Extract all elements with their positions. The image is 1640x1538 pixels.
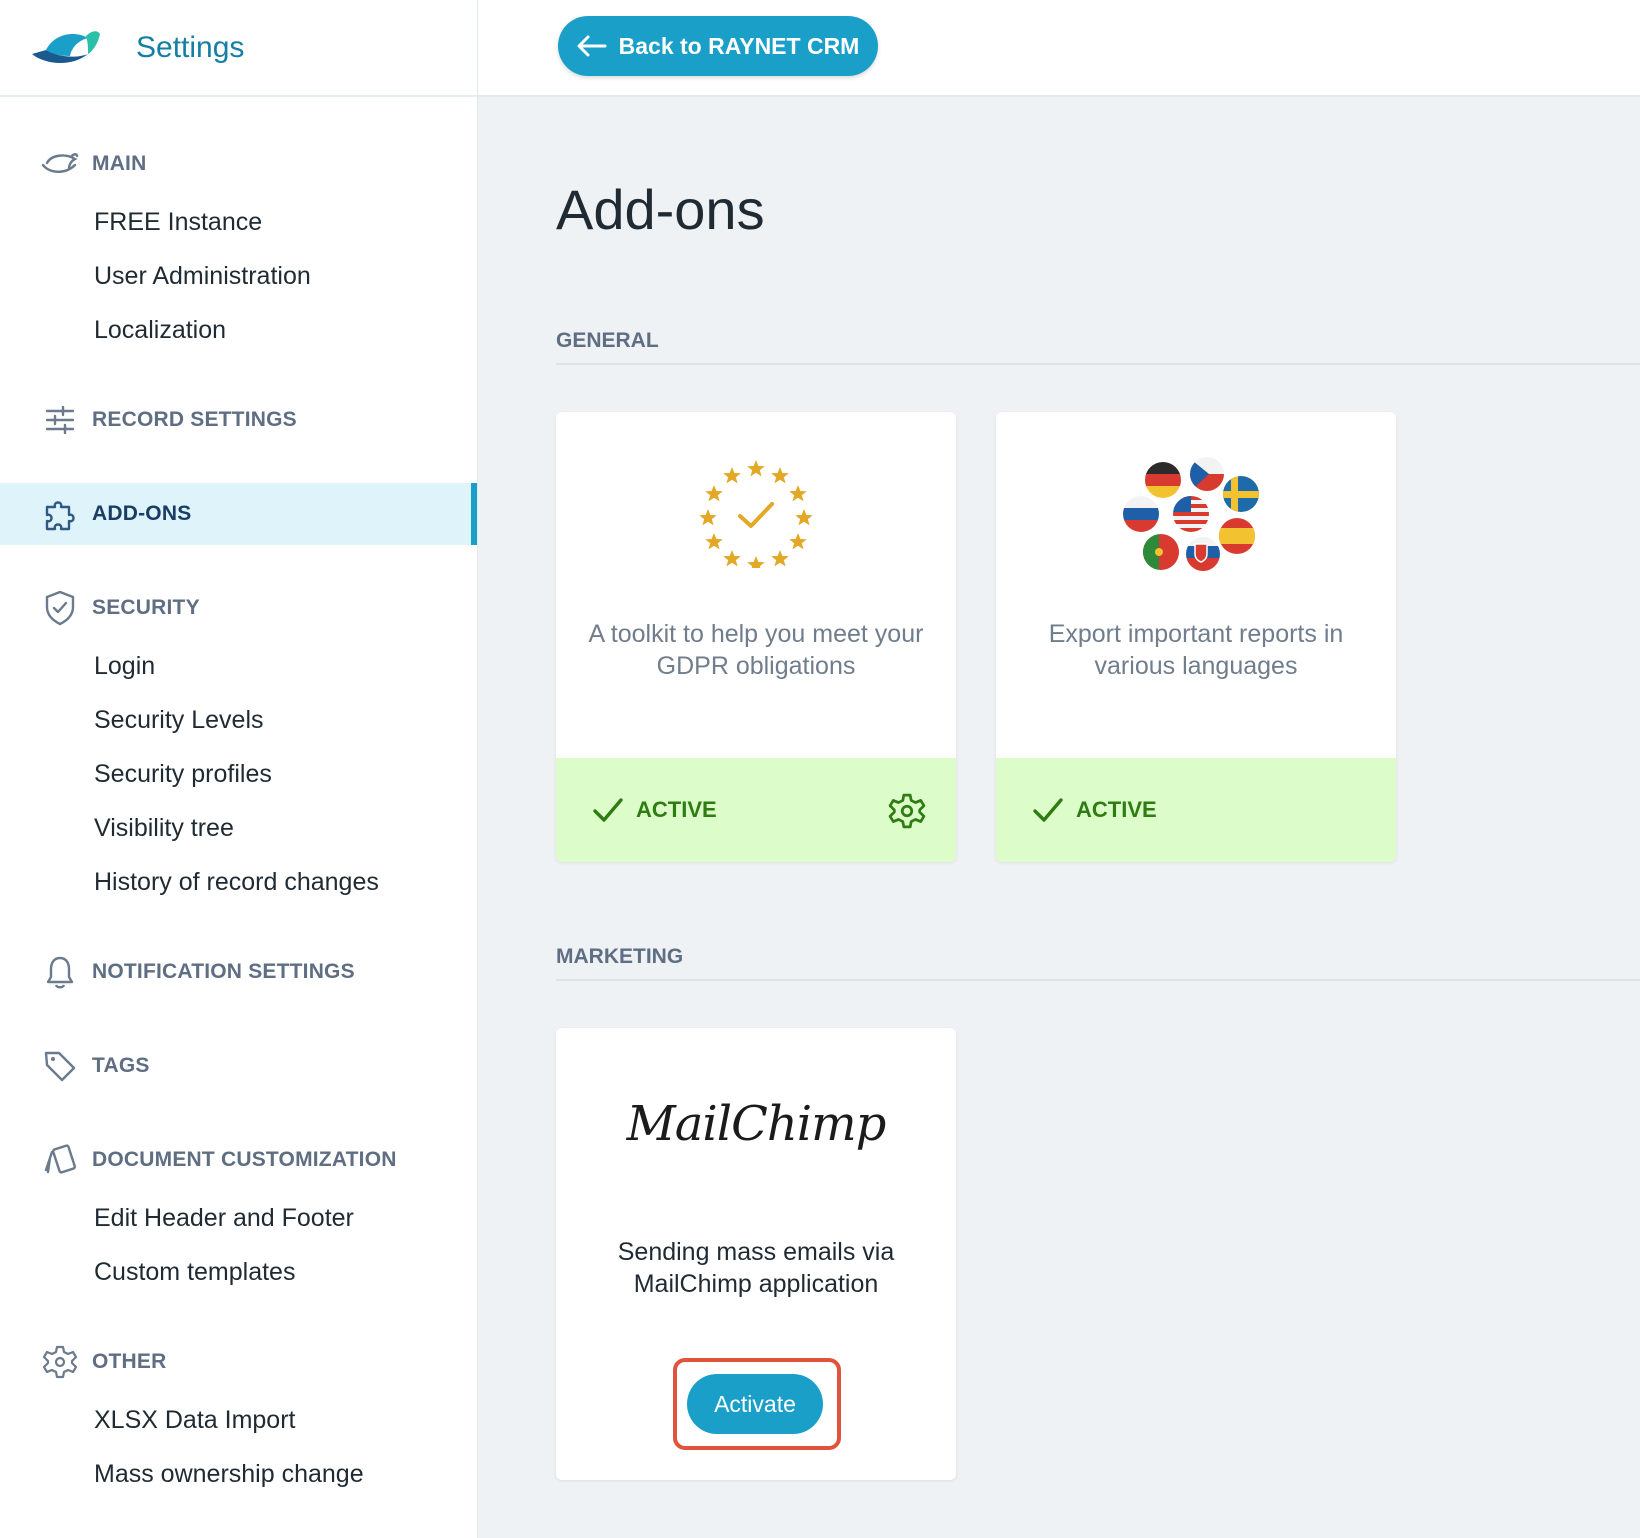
nav-item-security-profiles[interactable]: Security profiles bbox=[0, 747, 477, 801]
nav-section-other: OTHER XLSX Data Import Mass ownership ch… bbox=[0, 1331, 477, 1501]
back-to-crm-label: Back to RAYNET CRM bbox=[618, 32, 860, 59]
documents-icon bbox=[40, 1140, 80, 1180]
check-icon bbox=[1033, 798, 1063, 822]
nav-section-add-ons-header[interactable]: ADD-ONS bbox=[0, 483, 477, 545]
nav-section-title: MAIN bbox=[92, 152, 147, 175]
nav-section-security-header[interactable]: SECURITY bbox=[0, 577, 477, 639]
arrow-left-icon bbox=[577, 35, 607, 57]
nav-section-title: RECORD SETTINGS bbox=[92, 408, 297, 431]
top-bar: Back to RAYNET CRM bbox=[478, 0, 1640, 97]
nav-section-main-header[interactable]: MAIN bbox=[0, 133, 477, 195]
nav-item-localization[interactable]: Localization bbox=[0, 303, 477, 357]
nav-item-security-levels[interactable]: Security Levels bbox=[0, 693, 477, 747]
nav-item-login[interactable]: Login bbox=[0, 639, 477, 693]
brand-header: Settings bbox=[0, 0, 477, 97]
addon-card-languages[interactable]: Export important reports in various lang… bbox=[996, 412, 1396, 862]
nav-item-user-administration[interactable]: User Administration bbox=[0, 249, 477, 303]
sliders-icon bbox=[40, 400, 80, 440]
nav-section-title: ADD-ONS bbox=[92, 502, 192, 525]
sidebar: Settings MAIN FREE Instance User Adminis… bbox=[0, 0, 478, 1538]
nav-section-record-settings: RECORD SETTINGS bbox=[0, 389, 477, 451]
settings-cog-icon[interactable] bbox=[888, 792, 926, 830]
page-title: Add-ons bbox=[556, 178, 765, 241]
puzzle-icon bbox=[40, 494, 80, 534]
nav-section-record-settings-header[interactable]: RECORD SETTINGS bbox=[0, 389, 477, 451]
shield-icon bbox=[40, 588, 80, 628]
nav-section-security: SECURITY Login Security Levels Security … bbox=[0, 577, 477, 909]
gear-icon bbox=[40, 1342, 80, 1382]
addon-status-bar: ACTIVE bbox=[556, 758, 956, 862]
activate-highlight: Activate bbox=[673, 1358, 841, 1450]
nav-section-title: SECURITY bbox=[92, 596, 200, 619]
nav-section-notification-settings-header[interactable]: NOTIFICATION SETTINGS bbox=[0, 941, 477, 1003]
raynet-logo-icon[interactable] bbox=[30, 24, 102, 72]
app-title: Settings bbox=[136, 30, 245, 64]
addon-card-gdpr[interactable]: A toolkit to help you meet your GDPR obl… bbox=[556, 412, 956, 862]
nav-item-xlsx-data-import[interactable]: XLSX Data Import bbox=[0, 1393, 477, 1447]
flags-icon bbox=[1123, 457, 1259, 571]
main-content: Add-ons GENERAL A toolkit to help you me… bbox=[478, 97, 1640, 1538]
nav-section-title: NOTIFICATION SETTINGS bbox=[92, 960, 355, 983]
back-to-crm-button[interactable]: Back to RAYNET CRM bbox=[558, 16, 878, 76]
nav-item-visibility-tree[interactable]: Visibility tree bbox=[0, 801, 477, 855]
settings-nav: MAIN FREE Instance User Administration L… bbox=[0, 97, 477, 1501]
addon-description: Sending mass emails via MailChimp applic… bbox=[617, 1238, 895, 1298]
tag-icon bbox=[40, 1046, 80, 1086]
addon-description: A toolkit to help you meet your GDPR obl… bbox=[588, 620, 924, 680]
mailchimp-logo: MailChimp bbox=[626, 1096, 887, 1152]
nav-section-document-customization: DOCUMENT CUSTOMIZATION Edit Header and F… bbox=[0, 1129, 477, 1299]
nav-section-add-ons: ADD-ONS bbox=[0, 483, 477, 545]
nav-item-custom-templates[interactable]: Custom templates bbox=[0, 1245, 477, 1299]
fish-icon bbox=[40, 144, 80, 184]
group-label-marketing: MARKETING bbox=[556, 945, 684, 968]
nav-section-title: DOCUMENT CUSTOMIZATION bbox=[92, 1148, 397, 1171]
eu-stars-icon bbox=[699, 460, 813, 568]
nav-item-free-instance[interactable]: FREE Instance bbox=[0, 195, 477, 249]
addon-card-mailchimp[interactable]: MailChimp Sending mass emails via MailCh… bbox=[556, 1028, 956, 1480]
bell-icon bbox=[40, 952, 80, 992]
group-divider bbox=[556, 979, 1640, 981]
nav-item-history-of-record-changes[interactable]: History of record changes bbox=[0, 855, 477, 909]
nav-section-title: TAGS bbox=[92, 1054, 150, 1077]
nav-section-tags-header[interactable]: TAGS bbox=[0, 1035, 477, 1097]
nav-section-main: MAIN FREE Instance User Administration L… bbox=[0, 133, 477, 357]
activate-button[interactable]: Activate bbox=[687, 1374, 823, 1434]
nav-section-notification-settings: NOTIFICATION SETTINGS bbox=[0, 941, 477, 1003]
addon-status-bar: ACTIVE bbox=[996, 758, 1396, 862]
group-divider bbox=[556, 363, 1640, 365]
addon-status-text: ACTIVE bbox=[636, 797, 717, 822]
group-label-general: GENERAL bbox=[556, 329, 659, 352]
nav-item-edit-header-and-footer[interactable]: Edit Header and Footer bbox=[0, 1191, 477, 1245]
check-icon bbox=[593, 798, 623, 822]
nav-section-document-customization-header[interactable]: DOCUMENT CUSTOMIZATION bbox=[0, 1129, 477, 1191]
nav-section-title: OTHER bbox=[92, 1350, 167, 1373]
nav-section-other-header[interactable]: OTHER bbox=[0, 1331, 477, 1393]
addon-status-text: ACTIVE bbox=[1076, 797, 1157, 822]
addon-description: Export important reports in various lang… bbox=[1048, 620, 1344, 680]
nav-section-tags: TAGS bbox=[0, 1035, 477, 1097]
nav-item-mass-ownership-change[interactable]: Mass ownership change bbox=[0, 1447, 477, 1501]
